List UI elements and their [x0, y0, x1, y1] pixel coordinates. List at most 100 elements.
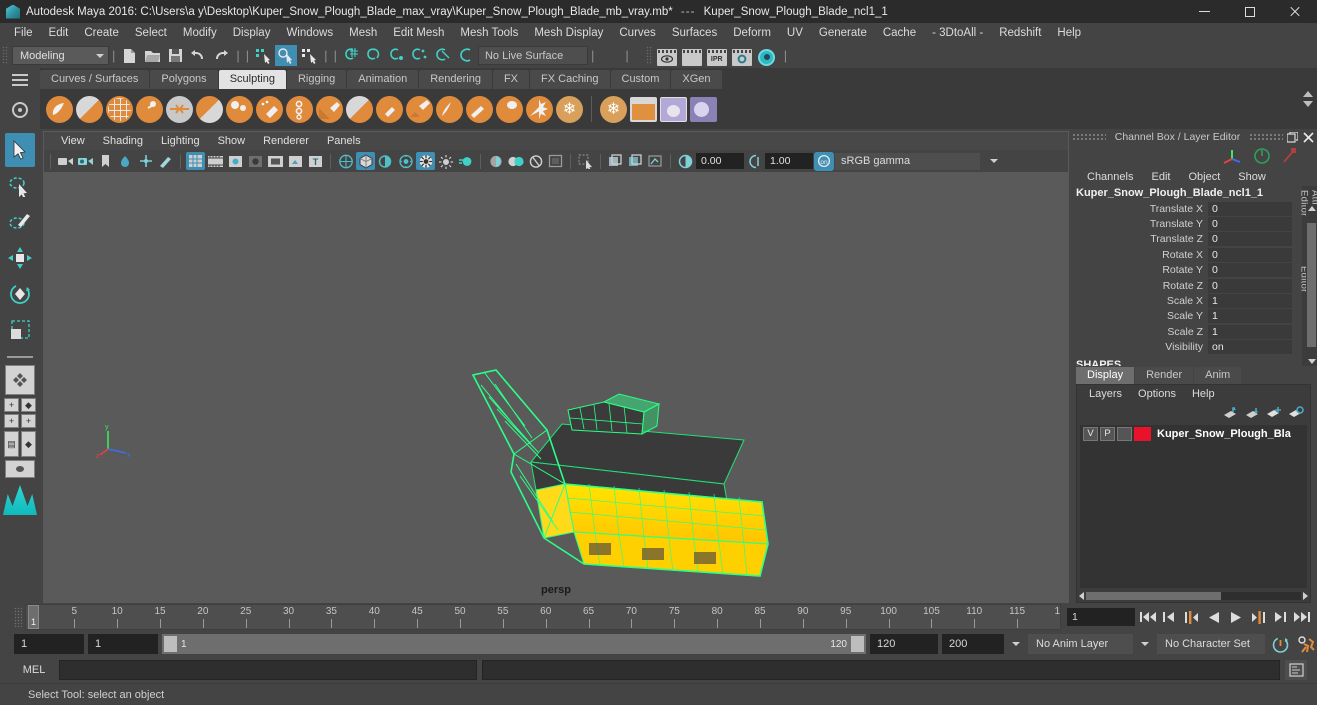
film-origin-icon[interactable] [266, 152, 285, 170]
character-set-dropdown[interactable]: No Character Set [1157, 634, 1265, 654]
character-set-chevron-down-icon[interactable] [1137, 634, 1153, 654]
scroll-left-icon[interactable] [1079, 592, 1084, 600]
range-right-handle[interactable] [851, 636, 864, 652]
current-frame-field[interactable]: 1 [1067, 608, 1135, 626]
current-time-indicator[interactable]: 1 [28, 605, 39, 629]
live-surface-field[interactable]: No Live Surface [477, 46, 588, 65]
shelf-options-gear-icon[interactable] [12, 102, 28, 118]
animation-start-field[interactable]: 1 [14, 634, 84, 654]
menu-item-mesh[interactable]: Mesh [341, 23, 385, 43]
move-tool-button[interactable] [5, 241, 35, 275]
scale-tool-button[interactable] [5, 313, 35, 347]
shelf-tool-amplify-icon[interactable] [526, 95, 553, 123]
layer-tab-anim[interactable]: Anim [1194, 367, 1242, 384]
shadows-icon[interactable] [416, 152, 435, 170]
script-editor-button[interactable] [1285, 660, 1307, 680]
shelf-tool-smear-icon[interactable] [466, 95, 493, 123]
wireframe-shading-icon[interactable] [336, 152, 355, 170]
layer-tab-display[interactable]: Display [1076, 367, 1135, 384]
render-region-icon[interactable] [646, 152, 665, 170]
select-by-hierarchy-button[interactable] [252, 45, 274, 66]
shelf-tool-sculpt-options-icon[interactable] [630, 96, 657, 122]
step-forward-key-button[interactable] [1248, 607, 1267, 627]
shelf-tab-rigging[interactable]: Rigging [286, 70, 347, 89]
auto-keyframe-toggle-button[interactable] [1269, 633, 1291, 655]
scroll-down-icon[interactable] [1307, 359, 1316, 364]
shelf-tool-freeze-icon[interactable] [556, 95, 583, 123]
lasso-select-tool-button[interactable] [5, 169, 35, 203]
color-space-dropdown[interactable]: sRGB gamma [835, 152, 980, 170]
menu-item-uv[interactable]: UV [779, 23, 811, 43]
move-layer-up-icon[interactable] [1222, 406, 1238, 420]
command-language-label[interactable]: MEL [14, 664, 54, 676]
use-all-lights-icon[interactable] [396, 152, 415, 170]
range-left-handle[interactable] [164, 636, 177, 652]
channelbox-menu-object[interactable]: Object [1179, 171, 1229, 183]
hscroll-track[interactable] [1086, 592, 1301, 600]
snap-to-point-button[interactable] [386, 45, 408, 66]
panel-undock-button[interactable] [1286, 131, 1299, 144]
channelbox-menu-show[interactable]: Show [1229, 171, 1275, 183]
menu-item-generate[interactable]: Generate [811, 23, 875, 43]
isolate-select-icon[interactable] [576, 152, 595, 170]
snap-to-view-plane-button[interactable] [432, 45, 454, 66]
menu-item-select[interactable]: Select [127, 23, 175, 43]
channelbox-attribute-value[interactable]: 0 [1208, 247, 1292, 262]
panel-close-button[interactable] [1302, 131, 1315, 144]
go-to-end-button[interactable] [1292, 607, 1311, 627]
layer-visibility-toggle[interactable]: V [1083, 426, 1098, 441]
move-layer-down-icon[interactable] [1244, 406, 1260, 420]
select-by-object-button[interactable] [275, 45, 298, 66]
time-slider[interactable]: 1 5 10 15 20 25 30 35 40 45 50 55 60 65 70 75 80 85 90 95 1… [25, 604, 1061, 630]
shelf-tab-rendering[interactable]: Rendering [419, 70, 492, 89]
manipulator-scale-icon[interactable] [1281, 147, 1297, 165]
render-settings-button[interactable] [731, 46, 753, 66]
shade-flat-icon[interactable] [376, 152, 395, 170]
menu-item-create[interactable]: Create [76, 23, 127, 43]
grease-pencil-icon[interactable] [156, 152, 175, 170]
resolution-gate-icon[interactable] [226, 152, 245, 170]
texture-display-icon[interactable] [546, 152, 565, 170]
select-tool-button[interactable] [5, 133, 35, 167]
shelf-scroll-arrows[interactable] [1301, 68, 1317, 129]
layer-menu-options[interactable]: Options [1130, 388, 1184, 400]
bookmark-icon[interactable] [96, 152, 115, 170]
shelf-tool-repeat-icon[interactable] [286, 95, 313, 123]
play-backwards-button[interactable] [1204, 607, 1223, 627]
shelf-tool-mirror-sculpt-icon[interactable] [660, 96, 687, 122]
gamma-icon[interactable] [745, 152, 764, 170]
menu-item-display[interactable]: Display [225, 23, 279, 43]
channelbox-attribute-value[interactable]: 1 [1208, 294, 1292, 309]
shelf-tool-pinch-icon[interactable] [166, 95, 193, 123]
anim-layer-chevron-down-icon[interactable] [1008, 634, 1024, 654]
new-layer-icon[interactable] [1266, 406, 1282, 420]
menu-item-curves[interactable]: Curves [611, 23, 663, 43]
layer-color-swatch[interactable] [1134, 426, 1151, 441]
scroll-right-icon[interactable] [1303, 592, 1308, 600]
close-button[interactable] [1272, 0, 1317, 23]
shelf-tool-fill-icon[interactable] [406, 95, 433, 123]
panel-drag-grip[interactable] [1249, 133, 1283, 141]
step-forward-frame-button[interactable] [1270, 607, 1289, 627]
xray-icon[interactable] [486, 152, 505, 170]
layer-item[interactable]: V P Kuper_Snow_Plough_Bla [1080, 425, 1307, 442]
viewport-menu-show[interactable]: Show [209, 132, 255, 150]
channelbox-attribute-value[interactable]: on [1208, 340, 1292, 355]
channelbox-attribute-value[interactable]: 0 [1208, 278, 1292, 293]
shelf-tool-knife-icon[interactable] [436, 95, 463, 123]
shelf-tool-clone-target-icon[interactable] [690, 96, 717, 122]
render-sequence-button[interactable] [681, 46, 703, 66]
shelf-tab-animation[interactable]: Animation [347, 70, 419, 89]
undo-button[interactable] [187, 45, 209, 66]
shelf-tool-bulge-icon[interactable] [496, 95, 523, 123]
channelbox-attribute-value[interactable]: 0 [1208, 217, 1292, 232]
color-space-chevron-down-icon[interactable] [981, 153, 1007, 170]
panel-drag-grip[interactable] [1072, 133, 1106, 141]
four-view-layout-button[interactable]: + ◆ + + [4, 398, 36, 428]
persp-outliner-layout-button[interactable]: ▤ ◆ [4, 431, 36, 457]
persp-graph-layout-button[interactable] [5, 460, 35, 478]
grab-snapshot-alt-icon[interactable] [626, 152, 645, 170]
snap-to-curve-button[interactable] [363, 45, 385, 66]
snap-to-grid-button[interactable] [340, 45, 362, 66]
shelf-tool-spray-icon[interactable] [256, 95, 283, 123]
